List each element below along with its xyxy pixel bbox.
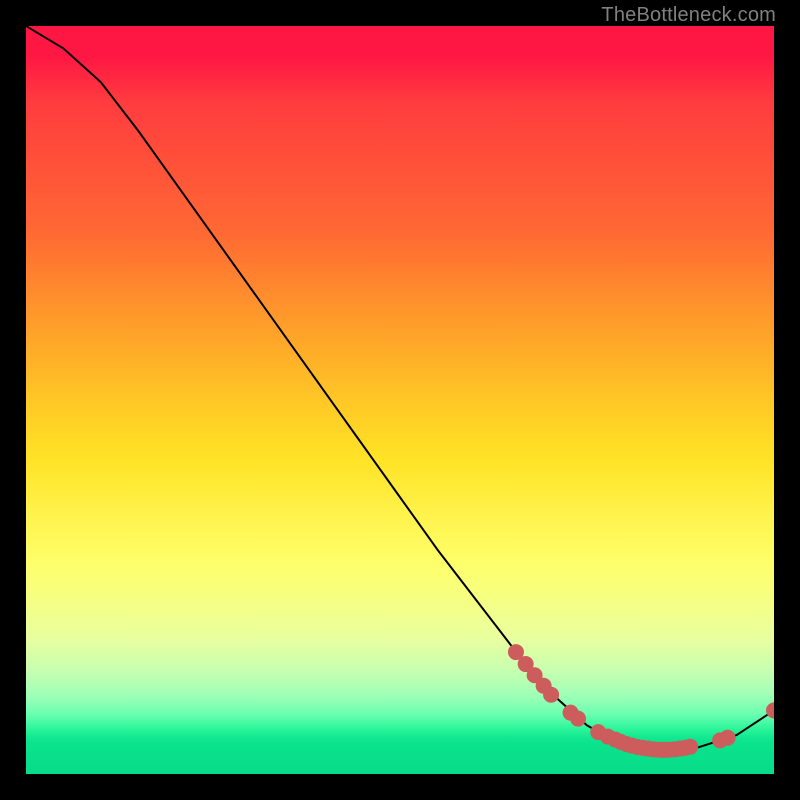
performance-curve <box>26 26 774 750</box>
data-markers <box>508 644 774 758</box>
data-marker <box>570 711 586 727</box>
attribution-text: TheBottleneck.com <box>601 4 776 27</box>
chart-overlay <box>26 26 774 774</box>
chart-stage: TheBottleneck.com <box>0 0 800 800</box>
data-marker <box>682 739 698 755</box>
plot-area <box>26 26 774 774</box>
data-marker <box>720 730 736 746</box>
data-marker <box>543 687 559 703</box>
